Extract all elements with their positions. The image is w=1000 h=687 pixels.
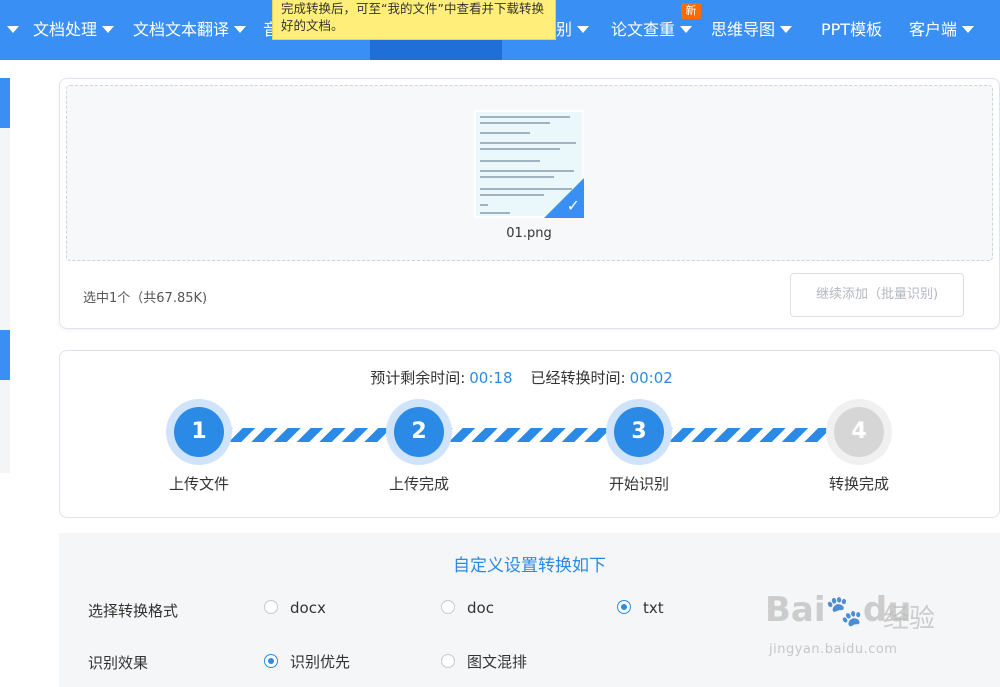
add-more-button[interactable]: 继续添加（批量识别): [790, 273, 964, 317]
radio-icon[interactable]: [441, 599, 455, 614]
nav-item-label: PPT模板: [821, 20, 883, 39]
nav-item-ppt-templates[interactable]: PPT模板: [821, 0, 882, 60]
nav-item-label: 思维导图: [711, 20, 776, 39]
format-option-txt[interactable]: txt: [617, 599, 664, 617]
chevron-down-icon: [680, 26, 693, 33]
nav-item-label: 客户端: [909, 20, 958, 39]
step-number: 2: [394, 407, 444, 457]
nav-item-label: 别: [556, 20, 573, 39]
radio-icon[interactable]: [441, 653, 455, 668]
radio-icon[interactable]: [264, 599, 278, 614]
progress-track-3: [660, 428, 840, 442]
nav-item-client[interactable]: 客户端: [909, 0, 975, 60]
nav-item-0[interactable]: [2, 0, 19, 60]
step-4: 4: [826, 399, 892, 465]
nav-item-document-translation[interactable]: 文档文本翻译: [133, 0, 247, 60]
elapsed-time-value: 00:02: [629, 369, 673, 387]
file-drop-zone[interactable]: ✓ 01.png: [66, 85, 993, 261]
sidebar-active-item[interactable]: [0, 78, 10, 128]
nav-item-label: 文档文本翻译: [133, 20, 230, 39]
option-label: docx: [290, 599, 326, 617]
chevron-down-icon: [7, 26, 19, 33]
file-name: 01.png: [506, 226, 552, 241]
sidebar-edge: [0, 78, 10, 473]
step-1: 1: [166, 399, 232, 465]
step-label: 开始识别: [608, 475, 669, 493]
chevron-down-icon: [234, 26, 247, 33]
step-label: 上传文件: [168, 475, 229, 493]
baidu-jingyan-watermark: Bai🐾du 经验 jingyan.baidu.com: [765, 590, 936, 657]
step-label: 上传完成: [388, 475, 449, 493]
format-option-doc[interactable]: doc: [441, 599, 494, 617]
check-icon: ✓: [566, 196, 580, 215]
selection-info: 选中1个（共67.85K): [83, 291, 208, 306]
step-label: 转换完成: [828, 475, 889, 493]
download-hint-tooltip: 完成转换后，可至“我的文件”中查看并下载转换好的文档。: [272, 0, 556, 40]
nav-item-label: 论文查重: [611, 20, 676, 39]
effect-option-recognition-first[interactable]: 识别优先: [264, 651, 350, 672]
remaining-time-value: 00:18: [469, 369, 513, 387]
nav-item-plagiarism-check[interactable]: 论文查重: [611, 0, 693, 60]
radio-checked-icon[interactable]: [617, 599, 631, 614]
step-number: 1: [174, 407, 224, 457]
option-label: 识别优先: [290, 653, 351, 671]
nav-item-mind-map[interactable]: 思维导图: [711, 0, 793, 60]
new-badge: 新: [681, 3, 701, 19]
option-label: txt: [643, 599, 664, 617]
file-thumbnail[interactable]: ✓: [474, 110, 584, 218]
nav-item-recognition[interactable]: 别: [556, 0, 590, 60]
step-2: 2: [386, 399, 452, 465]
remaining-time-label: 预计剩余时间:: [370, 369, 466, 387]
step-number: 3: [614, 407, 664, 457]
progress-track-1: [220, 428, 400, 442]
nav-item-label: 文档处理: [33, 20, 98, 39]
effect-label: 识别效果: [88, 654, 149, 672]
radio-checked-icon[interactable]: [264, 653, 278, 668]
settings-title: 自定义设置转换如下: [453, 556, 606, 576]
nav-item-document-processing[interactable]: 文档处理: [33, 0, 115, 60]
chevron-down-icon: [962, 26, 975, 33]
elapsed-time-label: 已经转换时间:: [530, 369, 626, 387]
chevron-down-icon: [780, 26, 793, 33]
option-label: 图文混排: [467, 653, 528, 671]
progress-card: 预计剩余时间: 00:18 已经转换时间: 00:02 1 2 3 4 上传文件 上传…: [59, 350, 1000, 518]
chevron-down-icon: [102, 26, 115, 33]
chevron-down-icon: [577, 26, 590, 33]
format-label: 选择转换格式: [88, 602, 179, 620]
progress-track-2: [440, 428, 620, 442]
step-number: 4: [834, 407, 884, 457]
upload-card: ✓ 01.png 选中1个（共67.85K) 继续添加（批量识别): [59, 78, 1000, 329]
format-option-docx[interactable]: docx: [264, 599, 326, 617]
option-label: doc: [467, 599, 494, 617]
time-row: 预计剩余时间: 00:18 已经转换时间: 00:02: [60, 367, 1000, 388]
effect-option-mixed-layout[interactable]: 图文混排: [441, 651, 527, 672]
step-3: 3: [606, 399, 672, 465]
sidebar-active-item[interactable]: [0, 330, 10, 380]
